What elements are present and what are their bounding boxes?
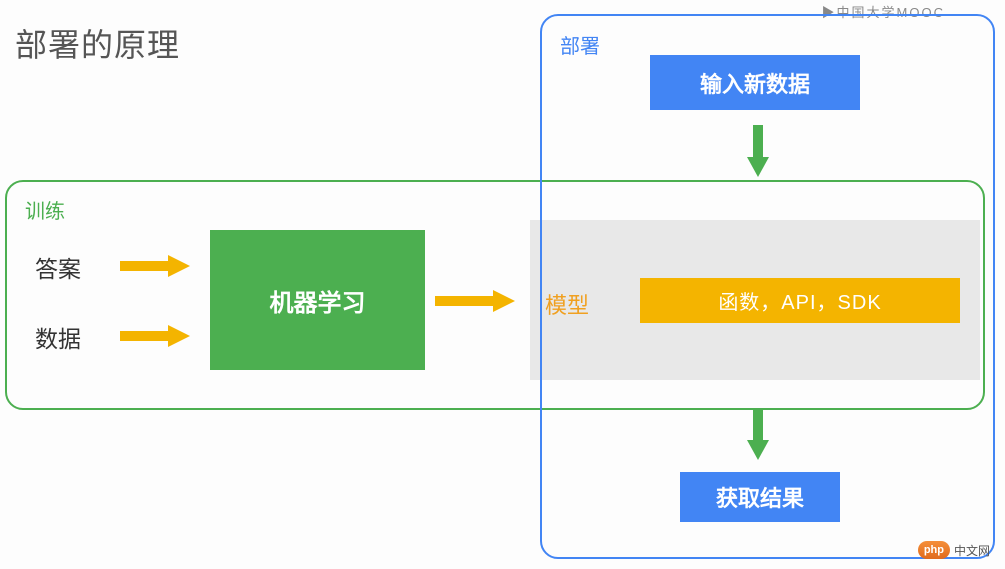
result-box: 获取结果 (680, 472, 840, 522)
machine-learning-box: 机器学习 (210, 230, 425, 370)
data-label: 数据 (35, 320, 81, 354)
answer-label: 答案 (35, 250, 81, 284)
arrow-right-icon (120, 323, 190, 354)
deploy-label: 部署 (560, 30, 600, 59)
training-label: 训练 (25, 195, 65, 224)
page-title: 部署的原理 (15, 20, 180, 66)
watermark-text: 中文网 (954, 542, 990, 559)
arrow-right-icon (435, 288, 515, 319)
arrow-right-icon (120, 253, 190, 284)
php-badge: php (918, 541, 950, 559)
arrow-down-icon (745, 125, 771, 182)
watermark-logo: php 中文网 (918, 541, 990, 559)
input-data-box: 输入新数据 (650, 55, 860, 110)
arrow-down-icon (745, 408, 771, 465)
